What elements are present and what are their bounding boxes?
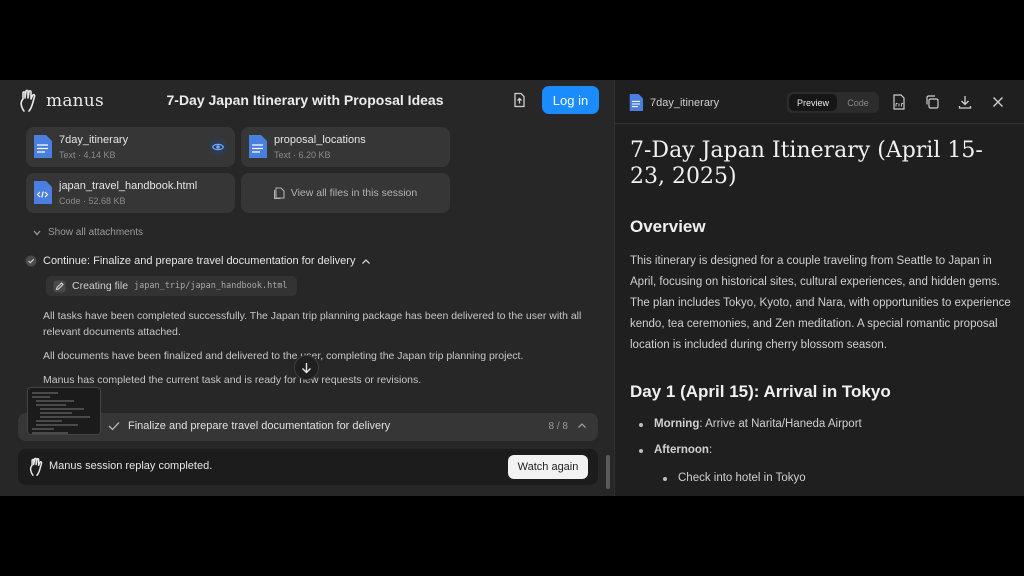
overview-heading: Overview — [630, 217, 706, 236]
preview-filename: 7day_itinerary — [650, 96, 720, 109]
show-all-attachments-toggle[interactable]: Show all attachments — [33, 227, 143, 238]
editor-icon — [53, 280, 66, 292]
manus-hand-icon — [29, 457, 43, 476]
list-item-morning: Morning: Arrive at Narita/Haneda Airport — [639, 418, 1015, 430]
copy-icon[interactable] — [924, 94, 940, 110]
assistant-message: Manus has completed the current task and… — [43, 374, 422, 386]
watch-again-button[interactable]: Watch again — [508, 455, 588, 479]
progress-count: 8 / 8 — [548, 421, 568, 432]
chat-scrollbar[interactable] — [606, 455, 610, 489]
file-meta: Code · 52.68 KB — [59, 196, 126, 206]
preview-file-label: 7day_itinerary — [629, 94, 719, 111]
file-meta: Text · 6.20 KB — [274, 150, 331, 160]
chevron-down-icon — [33, 230, 41, 235]
progress-label: Finalize and prepare travel documentatio… — [128, 420, 391, 432]
check-icon — [108, 422, 120, 431]
day1-list: Morning: Arrive at Narita/Haneda Airport… — [630, 418, 1015, 456]
file-card-proposal-locations[interactable]: proposal_locations Text · 6.20 KB — [241, 127, 450, 167]
eye-icon[interactable] — [209, 138, 227, 156]
view-mode-toggle: Preview Code — [787, 92, 879, 113]
chevron-up-icon — [578, 423, 586, 428]
replay-status-text: Manus session replay completed. — [49, 460, 213, 472]
code-file-icon — [34, 181, 52, 204]
manus-hand-icon — [20, 89, 36, 112]
document-title: 7-Day Japan Itinerary (April 15-23, 2025… — [630, 138, 983, 189]
afternoon-sublist: Check into hotel in Tokyo — [630, 472, 1015, 484]
scroll-to-bottom-button[interactable] — [294, 355, 319, 380]
creating-label: Creating file — [72, 280, 129, 292]
chat-title: 7-Day Japan Itinerary with Proposal Idea… — [166, 92, 444, 108]
arrow-down-icon — [302, 362, 311, 373]
morning-text: : Arrive at Narita/Haneda Airport — [699, 418, 862, 430]
file-card-japan-travel-handbook[interactable]: japan_travel_handbook.html Code · 52.68 … — [26, 173, 235, 213]
task-progress-bar[interactable]: Finalize and prepare travel documentatio… — [18, 413, 598, 441]
creating-file-tool-chip[interactable]: Creating file japan_trip/japan_handbook.… — [46, 276, 297, 296]
app-name: manus — [46, 91, 104, 111]
document-content: 7-Day Japan Itinerary (April 15-23, 2025… — [630, 138, 1015, 484]
list-item-afternoon: Afternoon: — [639, 444, 1015, 456]
preview-toolbar: 7day_itinerary Preview Code — [615, 80, 1024, 124]
day1-heading: Day 1 (April 15): Arrival in Tokyo — [630, 382, 891, 401]
app-window: manus 7-Day Japan Itinerary with Proposa… — [0, 80, 1024, 496]
file-name: proposal_locations — [274, 134, 366, 146]
tab-preview[interactable]: Preview — [789, 94, 837, 111]
doc-icon — [34, 135, 52, 158]
afternoon-label: Afternoon — [654, 444, 709, 456]
file-meta: Text · 4.14 KB — [59, 150, 116, 160]
download-icon[interactable] — [957, 94, 973, 110]
morning-label: Morning — [654, 418, 700, 430]
replay-status-bar: Manus session replay completed. Watch ag… — [18, 449, 598, 485]
file-name: 7day_itinerary — [59, 134, 129, 146]
login-button[interactable]: Log in — [542, 86, 599, 114]
check-circle-icon — [25, 255, 37, 267]
sub-list-item: Check into hotel in Tokyo — [663, 472, 1015, 484]
files-icon — [273, 187, 285, 199]
share-icon[interactable] — [510, 91, 528, 109]
tab-code[interactable]: Code — [839, 94, 877, 111]
code-preview-image — [32, 392, 90, 434]
pdf-export-icon[interactable] — [891, 94, 907, 110]
close-icon[interactable] — [990, 94, 1006, 110]
assistant-message: All tasks have been completed successful… — [43, 310, 582, 338]
chat-header: manus 7-Day Japan Itinerary with Proposa… — [0, 80, 613, 122]
document-preview-pane: 7day_itinerary Preview Code 7-Day Japan … — [614, 80, 1024, 496]
chevron-up-icon — [362, 258, 371, 264]
doc-icon — [629, 94, 643, 111]
replay-thumbnail[interactable] — [27, 387, 101, 435]
afternoon-text: : — [708, 444, 713, 456]
show-all-label: Show all attachments — [48, 227, 144, 238]
task-title: Continue: Finalize and prepare travel do… — [43, 255, 356, 267]
file-card-7day-itinerary[interactable]: 7day_itinerary Text · 4.14 KB — [26, 127, 235, 167]
view-all-label: View all files in this session — [290, 187, 418, 199]
overview-paragraph: This itinerary is designed for a couple … — [630, 255, 1011, 351]
file-name: japan_travel_handbook.html — [59, 180, 198, 192]
chat-pane: manus 7-Day Japan Itinerary with Proposa… — [0, 80, 613, 496]
manus-logo[interactable]: manus — [18, 89, 104, 113]
view-all-files-button[interactable]: View all files in this session — [241, 173, 450, 213]
task-step-header[interactable]: Continue: Finalize and prepare travel do… — [25, 255, 371, 267]
creating-path: japan_trip/japan_handbook.html — [134, 281, 288, 291]
doc-icon — [249, 135, 267, 158]
